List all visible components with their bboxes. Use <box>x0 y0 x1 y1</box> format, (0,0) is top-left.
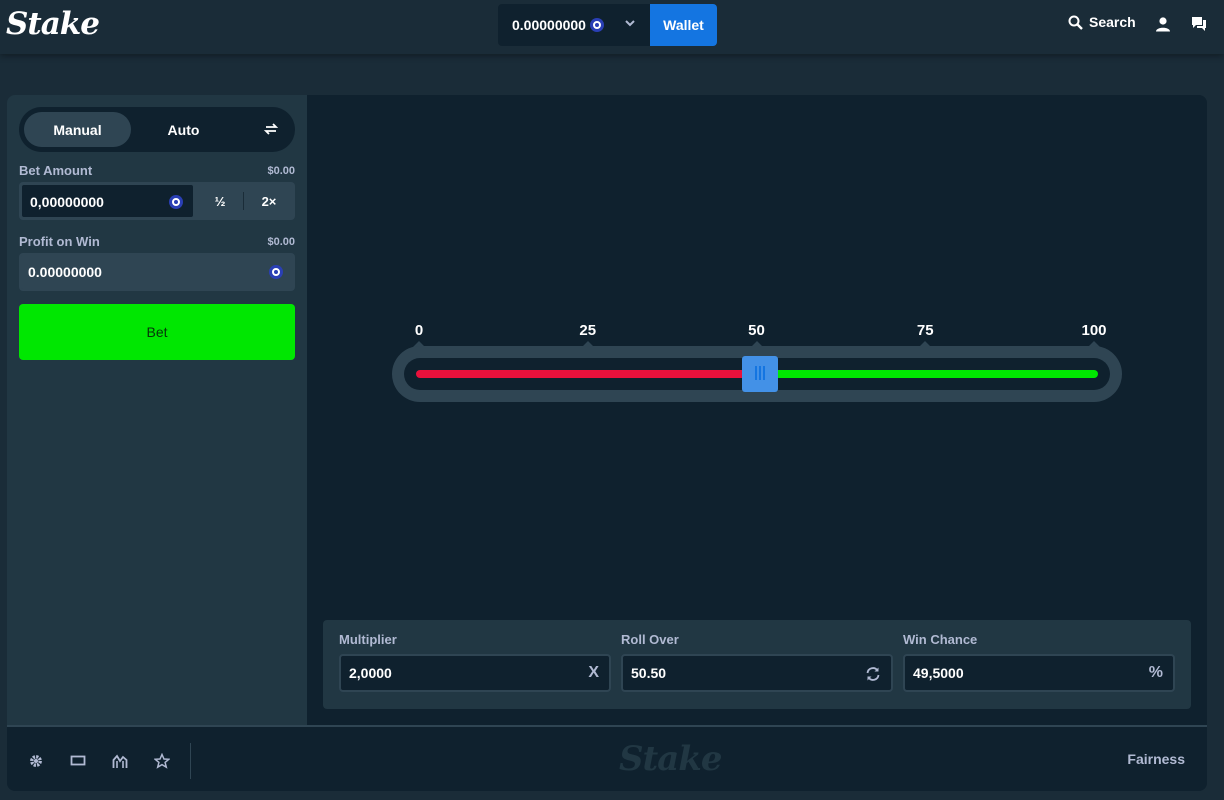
tick-label-0: 0 <box>414 322 424 339</box>
profit-usd: $0.00 <box>267 236 295 248</box>
bet-amount-value: 0,00000000 <box>30 194 104 210</box>
grip-line <box>763 366 766 380</box>
search-button[interactable]: Search <box>1068 14 1136 30</box>
win-chance-value: 49,5000 <box>913 665 964 681</box>
multiplier-suffix: X <box>588 664 599 681</box>
tab-auto[interactable]: Auto <box>131 112 236 147</box>
footer-divider <box>190 743 191 779</box>
bet-amount-label: Bet Amount <box>19 163 93 178</box>
win-range <box>760 370 1098 378</box>
bet-mode-tabs: Manual Auto <box>19 107 295 152</box>
chevron-down-icon <box>625 20 635 27</box>
currency-icon <box>589 18 604 32</box>
balance-selector[interactable]: 0.00000000 <box>498 4 650 46</box>
star-icon[interactable] <box>154 753 170 769</box>
bet-amount-input[interactable]: 0,00000000 <box>21 184 194 218</box>
grip-line <box>755 366 758 380</box>
top-bar: Stake 0.00000000 Wallet Search <box>0 0 1224 54</box>
dice-controls: Multiplier 2,0000 X Roll Over 50.50 Win … <box>323 620 1191 709</box>
stats-icon[interactable] <box>112 753 128 769</box>
multiplier-value: 2,0000 <box>349 665 392 681</box>
tick-label-25: 25 <box>579 322 597 339</box>
footer-logo: Stake <box>619 739 722 779</box>
double-bet-button[interactable]: 2× <box>245 184 293 218</box>
win-chance-suffix: % <box>1148 664 1163 681</box>
tick-label-50: 50 <box>748 322 765 339</box>
search-icon <box>1068 15 1083 30</box>
wallet-button[interactable]: Wallet <box>650 4 717 46</box>
multiplier-control: Multiplier 2,0000 X <box>339 632 611 692</box>
divider <box>243 192 244 210</box>
currency-icon <box>169 195 183 209</box>
balance-amount: 0.00000000 <box>512 17 586 33</box>
bet-amount-usd: $0.00 <box>267 165 295 177</box>
gear-icon[interactable] <box>28 753 44 769</box>
half-bet-button[interactable]: ½ <box>196 184 244 218</box>
tick-label-100: 100 <box>1081 322 1107 339</box>
roll-over-value: 50.50 <box>631 665 667 681</box>
search-label: Search <box>1089 14 1136 30</box>
profit-on-win-field: 0.00000000 <box>19 253 295 291</box>
stake-logo[interactable]: Stake <box>6 6 100 42</box>
win-chance-label: Win Chance <box>903 632 978 647</box>
roll-over-label: Roll Over <box>621 632 679 647</box>
dice-stage: 0 25 50 75 100 Multiplier 2,0000 X Roll Over… <box>307 95 1207 725</box>
win-chance-input[interactable]: 49,5000 % <box>903 654 1175 692</box>
lose-range <box>416 370 761 378</box>
fairness-link[interactable]: Fairness <box>1127 751 1185 767</box>
roll-over-control: Roll Over 50.50 <box>621 632 893 692</box>
game-footer: Stake Fairness <box>7 725 1207 791</box>
theatre-mode-icon[interactable] <box>70 753 86 769</box>
swap-icon[interactable] <box>263 121 279 137</box>
bet-amount-group: 0,00000000 ½ 2× <box>19 182 295 220</box>
profit-value: 0.00000000 <box>28 264 102 280</box>
bet-button[interactable]: Bet <box>19 304 295 360</box>
user-icon[interactable] <box>1155 16 1171 32</box>
multiplier-input[interactable]: 2,0000 X <box>339 654 611 692</box>
grip-line <box>759 366 762 380</box>
refresh-icon[interactable] <box>865 666 881 682</box>
win-chance-control: Win Chance 49,5000 % <box>903 632 1175 692</box>
bet-sidebar: Manual Auto Bet Amount $0.00 0,00000000 … <box>7 95 307 725</box>
tab-manual[interactable]: Manual <box>24 112 131 147</box>
chat-icon[interactable] <box>1191 16 1207 32</box>
tick-label-75: 75 <box>916 322 934 339</box>
slider-handle[interactable] <box>742 356 779 392</box>
multiplier-label: Multiplier <box>339 632 397 647</box>
roll-over-input[interactable]: 50.50 <box>621 654 893 692</box>
currency-icon <box>269 265 283 279</box>
profit-label: Profit on Win <box>19 234 100 249</box>
